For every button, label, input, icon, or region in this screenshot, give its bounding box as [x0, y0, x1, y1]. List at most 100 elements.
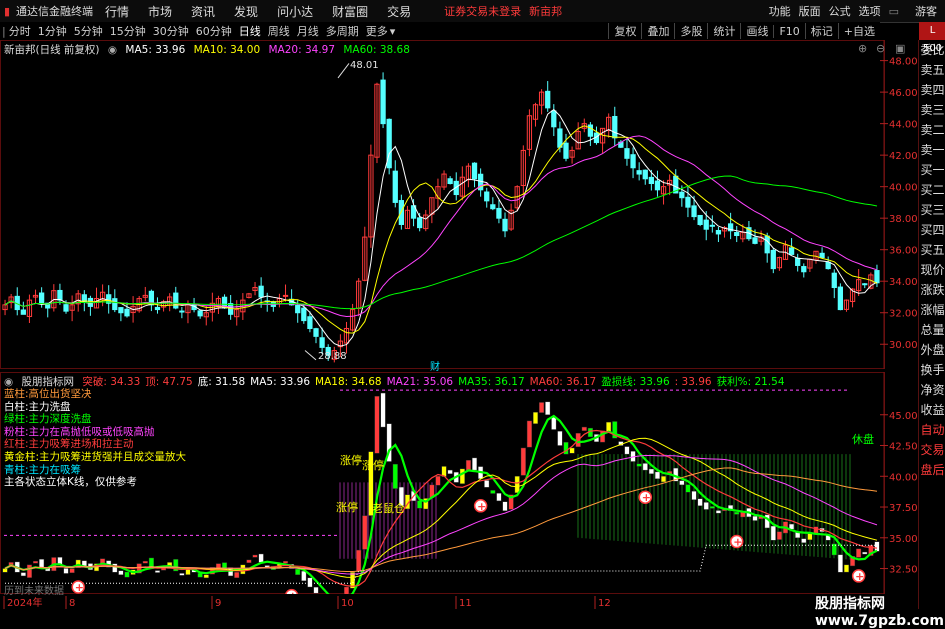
title-right: 功能 版面 公式 选项 ▭ 游客 — [769, 0, 945, 22]
menu-xuanxiang[interactable]: 选项 — [859, 3, 881, 19]
quote-field-15[interactable]: 外盘 — [919, 340, 945, 360]
indicator-title[interactable]: 股朋指标网 — [22, 376, 75, 388]
login-warning[interactable]: 证券交易未登录 — [444, 3, 521, 19]
settings-icon[interactable]: ◉ — [108, 44, 117, 56]
main-chart-title: 新亩邦(日线 前复权) — [4, 44, 100, 56]
period-1min[interactable]: 1分钟 — [38, 23, 67, 39]
stock-tag: 新亩邦 — [529, 5, 563, 18]
menu-wenxiaoda[interactable]: 问小达 — [277, 3, 313, 20]
sub-settings-icon[interactable]: ◉ — [4, 376, 13, 388]
quote-field-8[interactable]: 买三 — [919, 200, 945, 220]
indicator-candle — [856, 548, 862, 558]
period-daily[interactable]: 日线 — [239, 23, 261, 39]
menu-banmian[interactable]: 版面 — [799, 3, 821, 19]
menu-shichang[interactable]: 市场 — [148, 3, 172, 20]
indicator-candle — [636, 463, 642, 467]
btn-biaoji[interactable]: 标记 — [804, 23, 838, 39]
price-tick-label: 42.00 — [889, 151, 918, 162]
period-fenshi[interactable]: 分时 — [9, 23, 31, 39]
zoom-out-icon[interactable]: ⊖ — [876, 42, 885, 55]
quote-field-11[interactable]: 现价 — [919, 260, 945, 280]
quote-field-17[interactable]: 净资 — [919, 380, 945, 400]
quote-field-4[interactable]: 卖二 — [919, 120, 945, 140]
period-15min[interactable]: 15分钟 — [110, 23, 146, 39]
finance-marker[interactable]: 财 — [430, 358, 440, 373]
zoom-in-icon[interactable]: ⊕ — [858, 42, 867, 55]
indicator-note-4: 红柱:主力吸筹进场和拉主动 — [4, 438, 134, 451]
indicator-candle — [374, 396, 380, 454]
collapse-icon[interactable]: | — [2, 25, 6, 38]
indicator-candle — [557, 431, 563, 446]
indicator-candle — [343, 586, 350, 599]
menu-faxian[interactable]: 发现 — [234, 3, 258, 20]
quote-field-16[interactable]: 换手 — [919, 360, 945, 380]
user-label[interactable]: 游客 — [915, 3, 937, 19]
quote-field-14[interactable]: 总量 — [919, 320, 945, 340]
candle-body — [282, 294, 289, 297]
indicator-candle — [258, 553, 264, 563]
indicator-candle — [295, 568, 301, 575]
menu-gongneng[interactable]: 功能 — [769, 3, 791, 19]
quote-field-12[interactable]: 涨跌 — [919, 280, 945, 300]
candle-body — [63, 304, 69, 312]
btn-huaxian[interactable]: 画线 — [740, 23, 773, 39]
quote-field-21[interactable]: 盘后 — [919, 460, 945, 480]
indicator-candle — [514, 476, 520, 493]
period-weekly[interactable]: 周线 — [268, 23, 290, 39]
candle-body — [819, 252, 825, 259]
candle-body — [307, 316, 313, 329]
quote-field-3[interactable]: 卖三 — [919, 100, 945, 120]
quote-field-18[interactable]: 收益 — [919, 400, 945, 420]
candle-body — [709, 224, 715, 227]
app-name: 通达信金融终端 — [16, 5, 93, 18]
indicator-candle — [545, 401, 551, 415]
menu-hangqing[interactable]: 行情 — [105, 3, 129, 20]
price-tick-label: 46.00 — [889, 88, 918, 99]
chevron-down-icon[interactable]: ▾ — [390, 25, 396, 38]
quote-field-19[interactable]: 自动 — [919, 420, 945, 440]
quote-field-9[interactable]: 买四 — [919, 220, 945, 240]
quote-field-10[interactable]: 买五 — [919, 240, 945, 260]
indicator-candle — [465, 460, 471, 472]
main-kline-chart[interactable]: 48.00 46.00 44.00 42.00 40.00 38.00 36.00 34.00… — [0, 40, 918, 373]
quote-field-20[interactable]: 交易 — [919, 440, 945, 460]
period-5min[interactable]: 5分钟 — [74, 23, 103, 39]
level-badge[interactable]: L 500 — [919, 22, 945, 54]
quote-field-13[interactable]: 涨幅 — [919, 300, 945, 320]
indicator-candle — [813, 526, 819, 534]
btn-diejia[interactable]: 叠加 — [641, 23, 674, 39]
btn-f10[interactable]: F10 — [773, 24, 804, 38]
quote-field-1[interactable]: 卖五 — [919, 60, 945, 80]
candle-body — [551, 110, 557, 128]
candle-body — [624, 148, 630, 159]
period-monthly[interactable]: 月线 — [297, 23, 319, 39]
btn-tongji[interactable]: 统计 — [707, 23, 740, 39]
main-chart-svg[interactable]: 48.00 46.00 44.00 42.00 40.00 38.00 36.00 34.00… — [0, 40, 918, 369]
period-more[interactable]: 更多 — [366, 23, 388, 39]
price-tick-label: 40.00 — [889, 183, 918, 194]
quote-field-6[interactable]: 买一 — [919, 160, 945, 180]
candle-body — [636, 170, 642, 175]
indicator-value-2: 底: 31.58 — [197, 376, 246, 388]
quote-field-5[interactable]: 卖一 — [919, 140, 945, 160]
fullscreen-icon[interactable]: ▣ — [895, 42, 905, 55]
candle-body — [118, 307, 124, 314]
btn-fuquan[interactable]: 复权 — [608, 23, 641, 39]
quote-field-2[interactable]: 卖四 — [919, 80, 945, 100]
menu-jiaoyi[interactable]: 交易 — [387, 3, 411, 20]
indicator-candle — [685, 484, 691, 493]
quote-field-7[interactable]: 买二 — [919, 180, 945, 200]
indicator-candle — [490, 490, 496, 494]
period-60min[interactable]: 60分钟 — [196, 23, 232, 39]
window-controls-icon[interactable]: ▭ — [889, 5, 899, 18]
xaxis-label: 12 — [598, 598, 611, 609]
btn-duogu[interactable]: 多股 — [674, 23, 707, 39]
period-30min[interactable]: 30分钟 — [153, 23, 189, 39]
indicator-value-9: : 33.96 — [674, 376, 712, 388]
menu-caifuquan[interactable]: 财富圈 — [332, 3, 368, 20]
menu-gongshi[interactable]: 公式 — [829, 3, 851, 19]
period-multi[interactable]: 多周期 — [326, 23, 359, 39]
main-legend: 新亩邦(日线 前复权) ◉ MA5: 33.96 MA10: 34.00 MA2… — [4, 42, 415, 57]
btn-zixuan[interactable]: +自选 — [837, 23, 880, 39]
menu-zixun[interactable]: 资讯 — [191, 3, 215, 20]
